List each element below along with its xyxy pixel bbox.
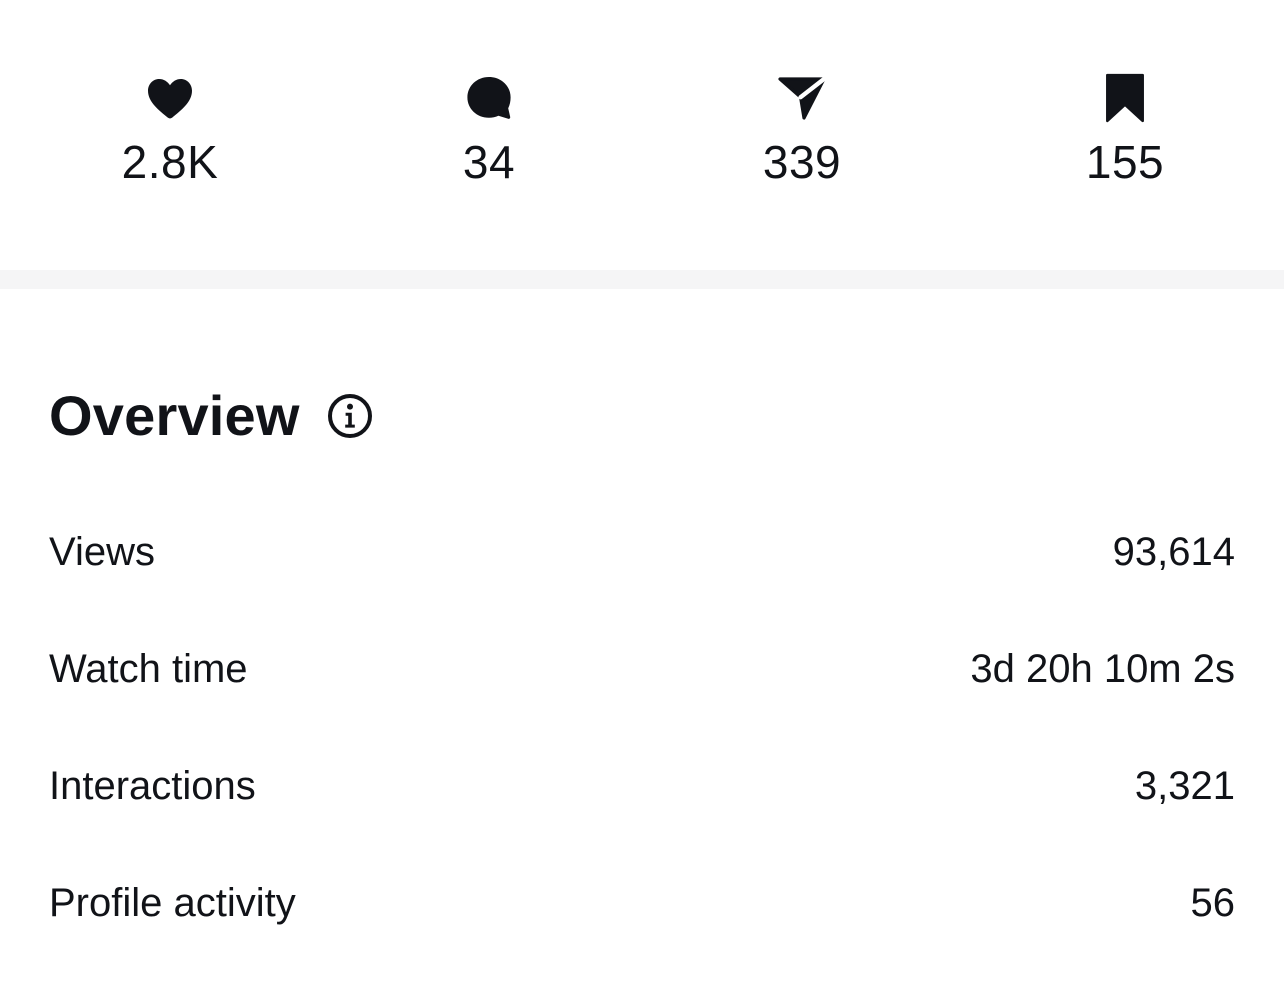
- metric-label: Interactions: [49, 763, 256, 808]
- comments-stat[interactable]: 34: [389, 70, 589, 188]
- likes-stat[interactable]: 2.8K: [70, 70, 270, 188]
- metric-value: 3d 20h 10m 2s: [970, 646, 1235, 691]
- saves-count: 155: [1085, 136, 1165, 188]
- metric-row-views[interactable]: Views 93,614: [49, 522, 1235, 582]
- shares-stat[interactable]: 339: [702, 70, 902, 188]
- engagement-stats-row: 2.8K 34 339 155: [0, 0, 1284, 270]
- metric-label: Views: [49, 529, 155, 574]
- metric-label: Profile activity: [49, 880, 296, 925]
- metric-row-watch-time[interactable]: Watch time 3d 20h 10m 2s: [49, 639, 1235, 699]
- saves-stat[interactable]: 155: [1025, 70, 1225, 188]
- metric-label: Watch time: [49, 646, 248, 691]
- section-divider: [0, 270, 1284, 289]
- metric-value: 3,321: [1134, 763, 1235, 808]
- metric-value: 56: [1190, 880, 1236, 925]
- overview-title: Overview: [49, 384, 300, 447]
- metric-row-profile-activity[interactable]: Profile activity 56: [49, 873, 1235, 933]
- overview-header: Overview: [49, 384, 374, 448]
- metric-row-interactions[interactable]: Interactions 3,321: [49, 756, 1235, 816]
- info-icon[interactable]: [326, 392, 374, 440]
- metric-value: 93,614: [1112, 529, 1235, 574]
- bookmark-icon: [1097, 70, 1153, 126]
- shares-count: 339: [762, 136, 842, 188]
- comment-bubble-icon: [461, 70, 517, 126]
- send-arrow-icon: [774, 70, 830, 126]
- comments-count: 34: [462, 136, 516, 188]
- heart-icon: [142, 70, 198, 126]
- likes-count: 2.8K: [121, 136, 219, 188]
